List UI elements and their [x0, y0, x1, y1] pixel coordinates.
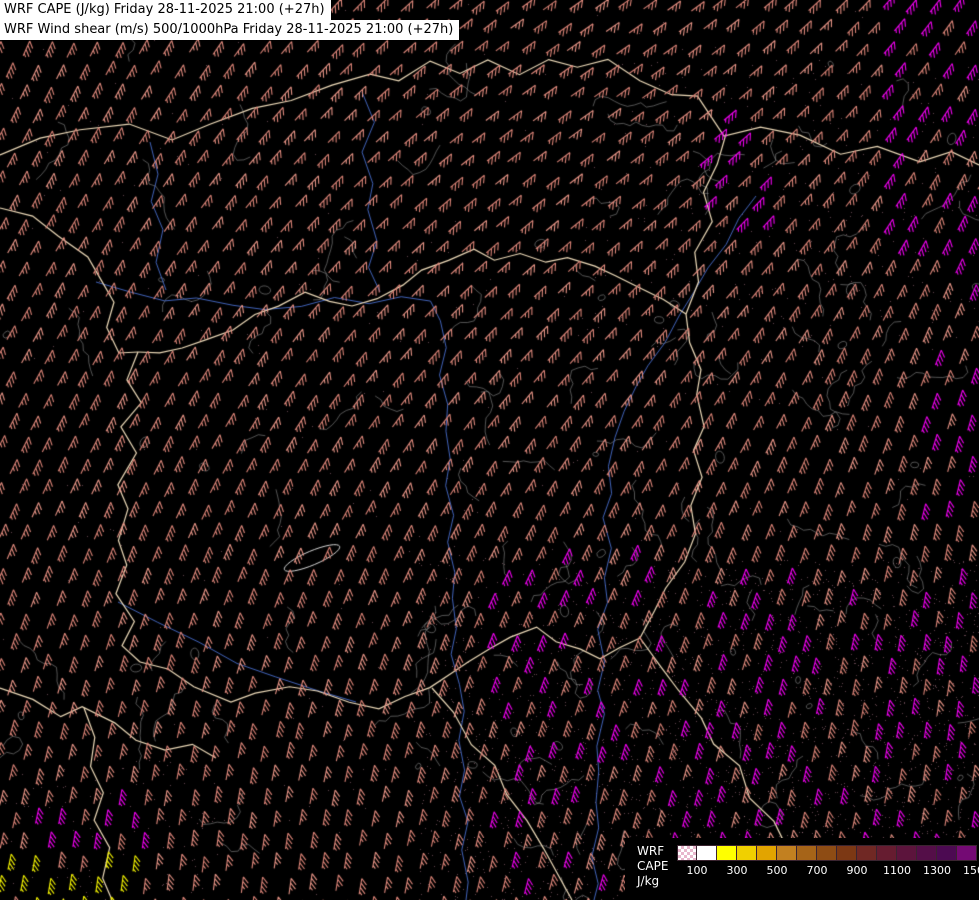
weather-map-canvas — [0, 0, 979, 900]
cape-legend: WRF CAPE J/kg 100 300 500 700 900 1100 1300 150… — [625, 838, 979, 900]
wrf-map-page: WRF CAPE (J/kg) Friday 28-11-2025 21:00 … — [0, 0, 979, 900]
legend-swatch — [737, 845, 757, 861]
header-cape-line: WRF CAPE (J/kg) Friday 28-11-2025 21:00 … — [0, 0, 331, 20]
legend-swatch — [757, 845, 777, 861]
legend-labels: 100 300 500 700 900 1100 1300 1500 — [677, 861, 979, 879]
legend-tick-label: 1100 — [883, 864, 911, 877]
legend-swatch — [817, 845, 837, 861]
legend-swatches — [677, 845, 977, 861]
legend-swatch — [697, 845, 717, 861]
legend-tick-label: 700 — [806, 864, 828, 877]
legend-swatch — [877, 845, 897, 861]
legend-swatch — [837, 845, 857, 861]
legend-title-variable: CAPE — [637, 859, 669, 873]
legend-swatch — [917, 845, 937, 861]
legend-swatch — [897, 845, 917, 861]
legend-tick-label: 900 — [846, 864, 868, 877]
legend-swatch — [717, 845, 737, 861]
legend-tick-label: 1500 — [963, 864, 979, 877]
legend-title-model: WRF — [637, 844, 665, 858]
legend-tick-label: 300 — [726, 864, 748, 877]
legend-swatch — [677, 845, 697, 861]
legend-title: WRF CAPE J/kg — [625, 838, 677, 889]
legend-swatch — [777, 845, 797, 861]
legend-swatch — [857, 845, 877, 861]
legend-tick-label: 1300 — [923, 864, 951, 877]
map-header: WRF CAPE (J/kg) Friday 28-11-2025 21:00 … — [0, 0, 460, 40]
legend-title-unit: J/kg — [637, 874, 660, 888]
legend-tick-label: 100 — [686, 864, 708, 877]
legend-swatch — [797, 845, 817, 861]
legend-swatch — [957, 845, 977, 861]
legend-tick-label: 500 — [766, 864, 788, 877]
header-shear-line: WRF Wind shear (m/s) 500/1000hPa Friday … — [0, 20, 460, 40]
legend-scale: 100 300 500 700 900 1100 1300 1500 — [677, 845, 979, 879]
legend-swatch — [937, 845, 957, 861]
